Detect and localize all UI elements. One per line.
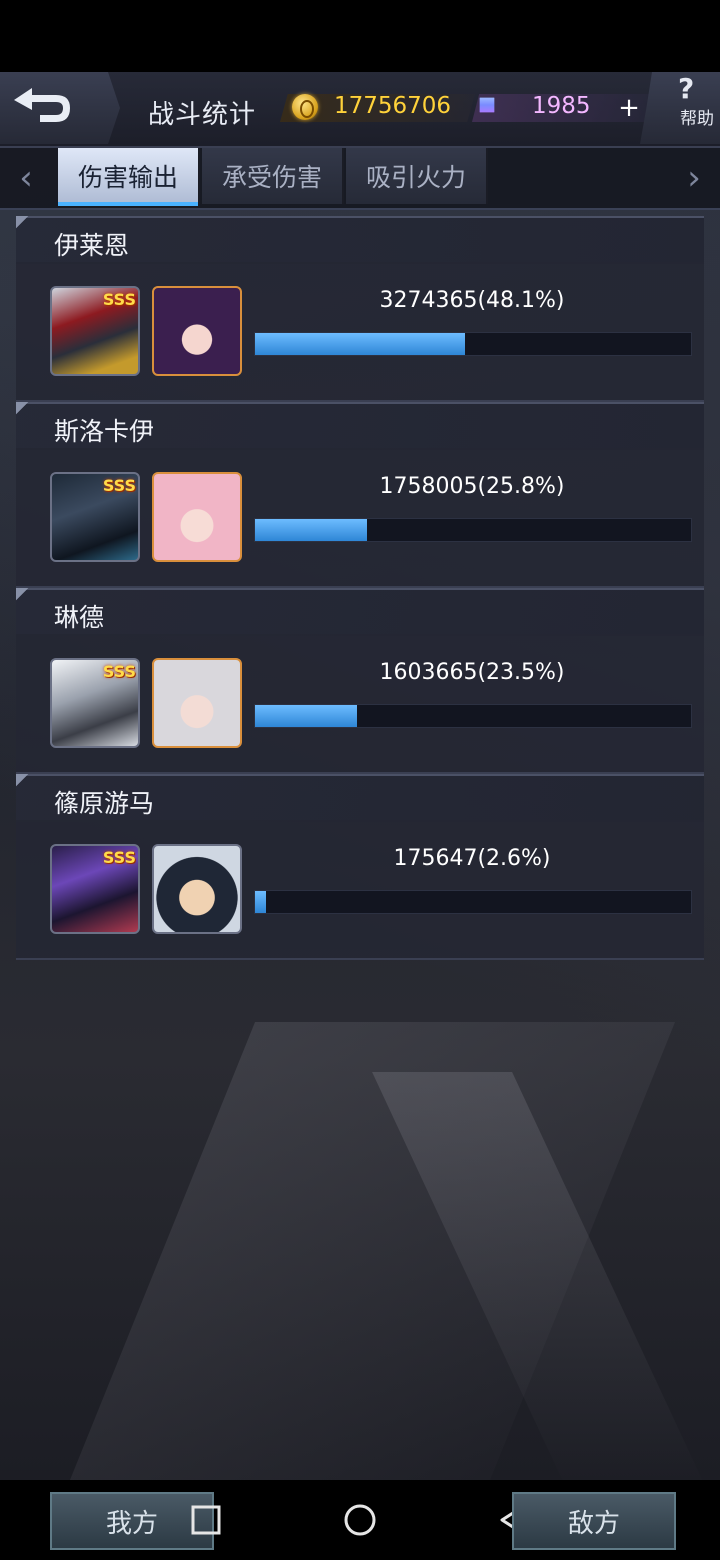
row-body: SSS 1758005(25.8%): [16, 448, 704, 588]
damage-value: 3274365(48.1%): [379, 288, 565, 313]
pilot-name: 伊莱恩: [54, 231, 130, 260]
rank-badge: SSS: [102, 290, 136, 309]
damage-bar: [254, 890, 692, 914]
stat-row: 篠原游马 SSS 175647(2.6%): [16, 774, 704, 960]
row-body: SSS 3274365(48.1%): [16, 262, 704, 402]
chevron-right-icon[interactable]: ›: [674, 158, 714, 198]
stat-row: 斯洛卡伊 SSS 1758005(25.8%): [16, 402, 704, 588]
recent-apps-icon[interactable]: [186, 1500, 226, 1540]
pilot-portrait: [152, 286, 242, 376]
help-button[interactable]: ? 帮助: [640, 72, 720, 144]
tab-draw-fire[interactable]: 吸引火力: [346, 148, 488, 204]
home-icon[interactable]: [340, 1500, 380, 1540]
help-label: 帮助: [680, 109, 714, 129]
status-bar: [0, 0, 720, 72]
enemy-side-button[interactable]: 敌方: [512, 1492, 676, 1550]
pilot-portrait: [152, 472, 242, 562]
back-button[interactable]: [0, 72, 120, 144]
damage-bar-fill: [255, 519, 368, 541]
damage-bar: [254, 518, 692, 542]
tab-damage-taken[interactable]: 承受伤害: [202, 148, 344, 204]
row-header: 篠原游马: [16, 774, 704, 822]
rank-badge: SSS: [102, 848, 136, 867]
damage-bar-fill: [255, 333, 465, 355]
mech-portrait: SSS: [50, 658, 140, 748]
gold-coin-icon: [292, 94, 318, 120]
mech-portrait: SSS: [50, 472, 140, 562]
question-mark-icon: ?: [678, 72, 695, 105]
gold-value: 17756706: [334, 93, 452, 119]
row-body: SSS 175647(2.6%): [16, 820, 704, 960]
row-header: 琳德: [16, 588, 704, 636]
bottom-bar: 我方 敌方: [0, 1480, 720, 1560]
pilot-name: 琳德: [54, 603, 105, 632]
stat-row: 伊莱恩 SSS 3274365(48.1%): [16, 216, 704, 402]
tab-bar: ‹ 伤害输出 承受伤害 吸引火力 ›: [0, 148, 720, 210]
gem-counter: 1985 +: [472, 90, 652, 126]
damage-bar: [254, 332, 692, 356]
damage-value: 1603665(23.5%): [379, 660, 565, 685]
stat-row: 琳德 SSS 1603665(23.5%): [16, 588, 704, 774]
mech-portrait: SSS: [50, 844, 140, 934]
row-body: SSS 1603665(23.5%): [16, 634, 704, 774]
mech-portrait: SSS: [50, 286, 140, 376]
gold-counter: 17756706: [280, 90, 475, 126]
pilot-name: 斯洛卡伊: [54, 417, 155, 446]
damage-bar: [254, 704, 692, 728]
rank-badge: SSS: [102, 662, 136, 681]
pilot-portrait: [152, 844, 242, 934]
back-arrow-icon: [14, 88, 70, 122]
pilot-portrait: [152, 658, 242, 748]
page-title: 战斗统计: [148, 100, 257, 130]
row-header: 斯洛卡伊: [16, 402, 704, 450]
damage-value: 1758005(25.8%): [379, 474, 565, 499]
tab-damage-output[interactable]: 伤害输出: [58, 148, 200, 206]
damage-bar-fill: [255, 891, 267, 913]
chevron-left-icon[interactable]: ‹: [6, 158, 46, 198]
damage-bar-fill: [255, 705, 358, 727]
top-bar: 战斗统计 17756706 1985 + ? 帮助: [0, 72, 720, 148]
rank-badge: SSS: [102, 476, 136, 495]
damage-value: 175647(2.6%): [393, 846, 551, 871]
gem-value: 1985: [532, 93, 591, 119]
pilot-name: 篠原游马: [54, 789, 155, 818]
row-header: 伊莱恩: [16, 216, 704, 264]
add-gems-button[interactable]: +: [614, 93, 644, 123]
